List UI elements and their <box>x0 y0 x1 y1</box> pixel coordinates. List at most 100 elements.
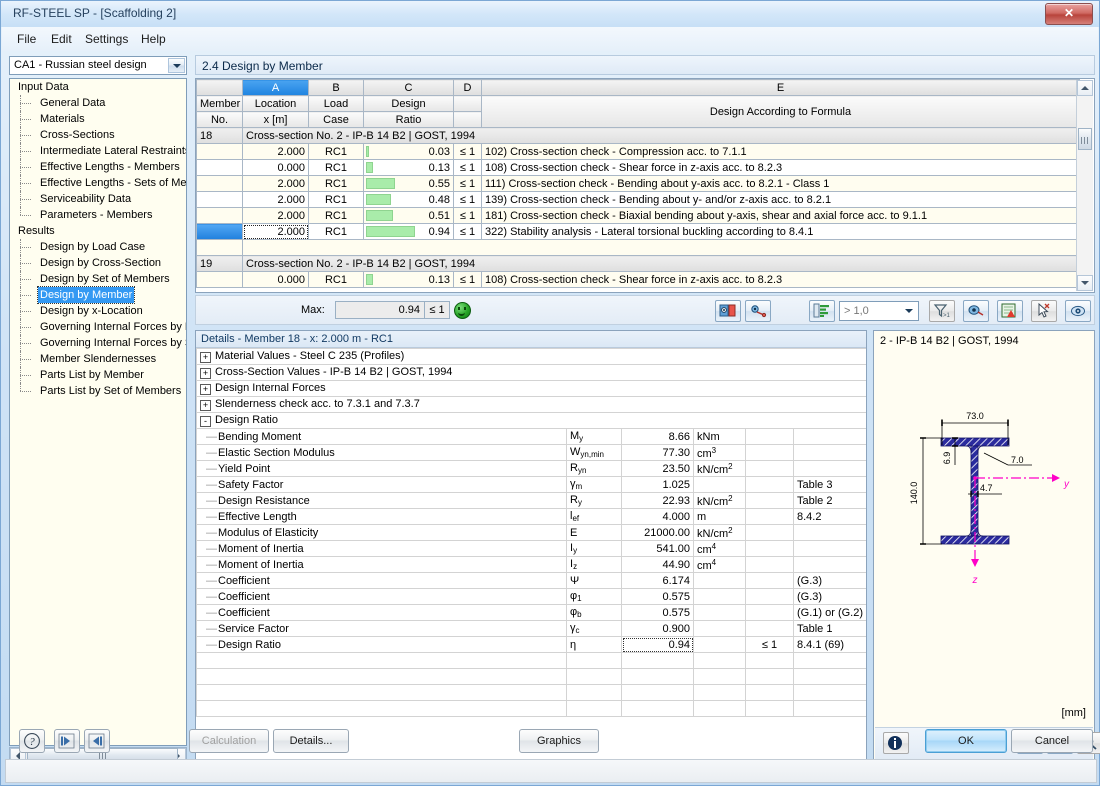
filter-threshold-combo[interactable]: > 1,0 <box>839 301 919 321</box>
grid-scrollbar-thumb[interactable] <box>1078 128 1092 150</box>
grid-cell-load-case[interactable]: RC1 <box>308 271 364 288</box>
navigator-tree[interactable]: Input Data General Data Materials Cross-Sec… <box>9 78 187 746</box>
sidebar-item-governing-internal-forces-by-se[interactable]: Governing Internal Forces by Se <box>10 335 186 351</box>
details-value[interactable]: 22.93 <box>621 492 694 509</box>
grid-cell-design-ratio[interactable]: 0.55 <box>363 175 454 192</box>
grid-cell-design-ratio[interactable]: 0.51 <box>363 207 454 224</box>
graphics-button[interactable]: Graphics <box>519 729 599 753</box>
grid-cell-load-case[interactable]: RC1 <box>308 191 364 208</box>
sidebar-item-results[interactable]: Results <box>10 223 186 239</box>
grid-cell-load-case[interactable]: RC1 <box>308 207 364 224</box>
table-row[interactable]: 2.000 RC1 0.48 ≤ 1 139) Cross-section check … <box>196 191 1080 208</box>
grid-cell-location[interactable]: 2.000 <box>242 207 309 224</box>
grid-row-header[interactable] <box>196 271 243 288</box>
table-row[interactable]: 2.000 RC1 0.03 ≤ 1 102) Cross-section check … <box>196 143 1080 160</box>
grid-cell-location[interactable]: 2.000 <box>242 223 309 240</box>
grid-cell-location[interactable]: 2.000 <box>242 191 309 208</box>
calculation-button[interactable]: Calculation <box>189 729 269 753</box>
details-row[interactable]: —Design Ratio η 0.94 ≤ 1 8.4.1 (69) <box>196 636 866 653</box>
filter-list-button[interactable] <box>809 300 835 322</box>
export-excel-button[interactable] <box>997 300 1023 322</box>
table-row[interactable]: 2.000 RC1 0.51 ≤ 1 181) Cross-section check … <box>196 207 1080 224</box>
close-button[interactable]: ✕ <box>1045 3 1093 25</box>
grid-cell-load-case[interactable]: RC1 <box>308 143 364 160</box>
details-row[interactable]: —Bending Moment My 8.66 kNm <box>196 428 866 445</box>
details-row[interactable]: —Yield Point Ryn 23.50 kN/cm2 <box>196 460 866 477</box>
grid-row-header[interactable] <box>196 159 243 176</box>
grid-cell-location[interactable]: 0.000 <box>242 271 309 288</box>
scroll-up-button[interactable] <box>1077 80 1093 96</box>
sidebar-item-design-by-member[interactable]: Design by Member <box>10 286 186 304</box>
details-row[interactable]: —Modulus of Elasticity E 21000.00 kN/cm2 <box>196 524 866 541</box>
relation-view-button[interactable] <box>745 300 771 322</box>
details-row[interactable]: —Effective Length lef 4.000 m 8.4.2 <box>196 508 866 525</box>
grid-row-header[interactable] <box>196 207 243 224</box>
details-group-cell[interactable]: + Slenderness check acc. to 7.3.1 and 7.3… <box>196 396 866 413</box>
details-value[interactable]: 21000.00 <box>621 524 694 541</box>
chevron-down-icon[interactable] <box>901 303 917 319</box>
details-row[interactable]: —Service Factor γc 0.900 Table 1 <box>196 620 866 637</box>
details-value[interactable]: 0.900 <box>621 620 694 637</box>
details-group-cell[interactable]: + Material Values - Steel C 235 (Profiles… <box>196 348 866 365</box>
details-value[interactable]: 0.94 <box>621 636 694 653</box>
details-row[interactable]: —Safety Factor γm 1.025 Table 3 <box>196 476 866 493</box>
sidebar-item-design-by-set-of-members[interactable]: Design by Set of Members <box>10 271 186 287</box>
grid-col-letter-A[interactable]: A <box>242 79 309 96</box>
details-value[interactable]: 541.00 <box>621 540 694 557</box>
grid-cell-load-case[interactable]: RC1 <box>308 159 364 176</box>
grid-cell-load-case[interactable]: RC1 <box>308 175 364 192</box>
details-row[interactable]: —Coefficient φ1 0.575 (G.3) <box>196 588 866 605</box>
sidebar-item-general-data[interactable]: General Data <box>10 95 186 111</box>
sidebar-item-design-by-x-location[interactable]: Design by x-Location <box>10 303 186 319</box>
details-value[interactable]: 8.66 <box>621 428 694 445</box>
scroll-down-button[interactable] <box>1077 275 1093 291</box>
table-row[interactable]: 2.000 RC1 0.55 ≤ 1 111) Cross-section check … <box>196 175 1080 192</box>
grid-cell-design-ratio[interactable]: 0.48 <box>363 191 454 208</box>
next-button[interactable] <box>84 729 110 753</box>
details-group-row[interactable]: + Cross-Section Values - IP-B 14 B2 | GOS… <box>196 364 866 381</box>
details-button[interactable]: Details... <box>273 729 349 753</box>
details-value[interactable]: 77.30 <box>621 444 694 461</box>
menu-edit[interactable]: Edit <box>44 31 79 47</box>
sidebar-item-materials[interactable]: Materials <box>10 111 186 127</box>
sidebar-item-effective-lengths-members[interactable]: Effective Lengths - Members <box>10 159 186 175</box>
grid-row-header[interactable] <box>196 175 243 192</box>
grid-col-letter-rowhdr[interactable] <box>196 79 243 96</box>
visibility-button[interactable] <box>963 300 989 322</box>
grid-col-letter-B[interactable]: B <box>308 79 364 96</box>
details-group-row[interactable]: + Material Values - Steel C 235 (Profiles… <box>196 348 866 365</box>
grid-col-letter-D[interactable]: D <box>453 79 482 96</box>
grid-row-header[interactable] <box>196 191 243 208</box>
cancel-button[interactable]: Cancel <box>1011 729 1093 753</box>
sidebar-item-parts-list-by-member[interactable]: Parts List by Member <box>10 367 186 383</box>
details-group-cell[interactable]: + Design Internal Forces <box>196 380 866 397</box>
grid-cell-location[interactable]: 2.000 <box>242 143 309 160</box>
grid-cell-load-case[interactable]: RC1 <box>308 223 364 240</box>
details-value[interactable]: 1.025 <box>621 476 694 493</box>
details-group-row[interactable]: + Design Internal Forces <box>196 380 866 397</box>
details-panel[interactable]: Details - Member 18 - x: 2.000 m - RC1 +… <box>195 330 867 762</box>
details-row[interactable]: —Coefficient Ψ 6.174 (G.3) <box>196 572 866 589</box>
preview-button[interactable] <box>1065 300 1091 322</box>
details-group-row[interactable]: + Slenderness check acc. to 7.3.1 and 7.3… <box>196 396 866 413</box>
sidebar-item-member-slendernesses[interactable]: Member Slendernesses <box>10 351 186 367</box>
sidebar-item-design-by-load-case[interactable]: Design by Load Case <box>10 239 186 255</box>
grid-section-row[interactable]: 18 Cross-section No. 2 - IP-B 14 B2 | GOS… <box>196 127 1080 144</box>
sidebar-item-effective-lengths-sets-of-mem[interactable]: Effective Lengths - Sets of Mem <box>10 175 186 191</box>
sidebar-item-design-by-cross-section[interactable]: Design by Cross-Section <box>10 255 186 271</box>
grid-cell-location[interactable]: 2.000 <box>242 175 309 192</box>
grid-col-letter-C[interactable]: C <box>363 79 454 96</box>
grid-section-row[interactable]: 19 Cross-section No. 2 - IP-B 14 B2 | GOS… <box>196 255 1080 272</box>
details-value[interactable]: 0.575 <box>621 588 694 605</box>
sidebar-item-parameters-members[interactable]: Parameters - Members <box>10 207 186 223</box>
details-value[interactable]: 44.90 <box>621 556 694 573</box>
menu-help[interactable]: Help <box>134 31 173 47</box>
details-group-cell[interactable]: + Cross-Section Values - IP-B 14 B2 | GOS… <box>196 364 866 381</box>
view-mode-button[interactable] <box>715 300 741 322</box>
sidebar-item-input-data[interactable]: Input Data <box>10 79 186 95</box>
expander-icon[interactable]: + <box>200 368 211 379</box>
grid-cell-design-ratio[interactable]: 0.03 <box>363 143 454 160</box>
details-row[interactable]: —Moment of Inertia Iz 44.90 cm4 <box>196 556 866 573</box>
sidebar-item-cross-sections[interactable]: Cross-Sections <box>10 127 186 143</box>
select-pointer-button[interactable] <box>1031 300 1057 322</box>
